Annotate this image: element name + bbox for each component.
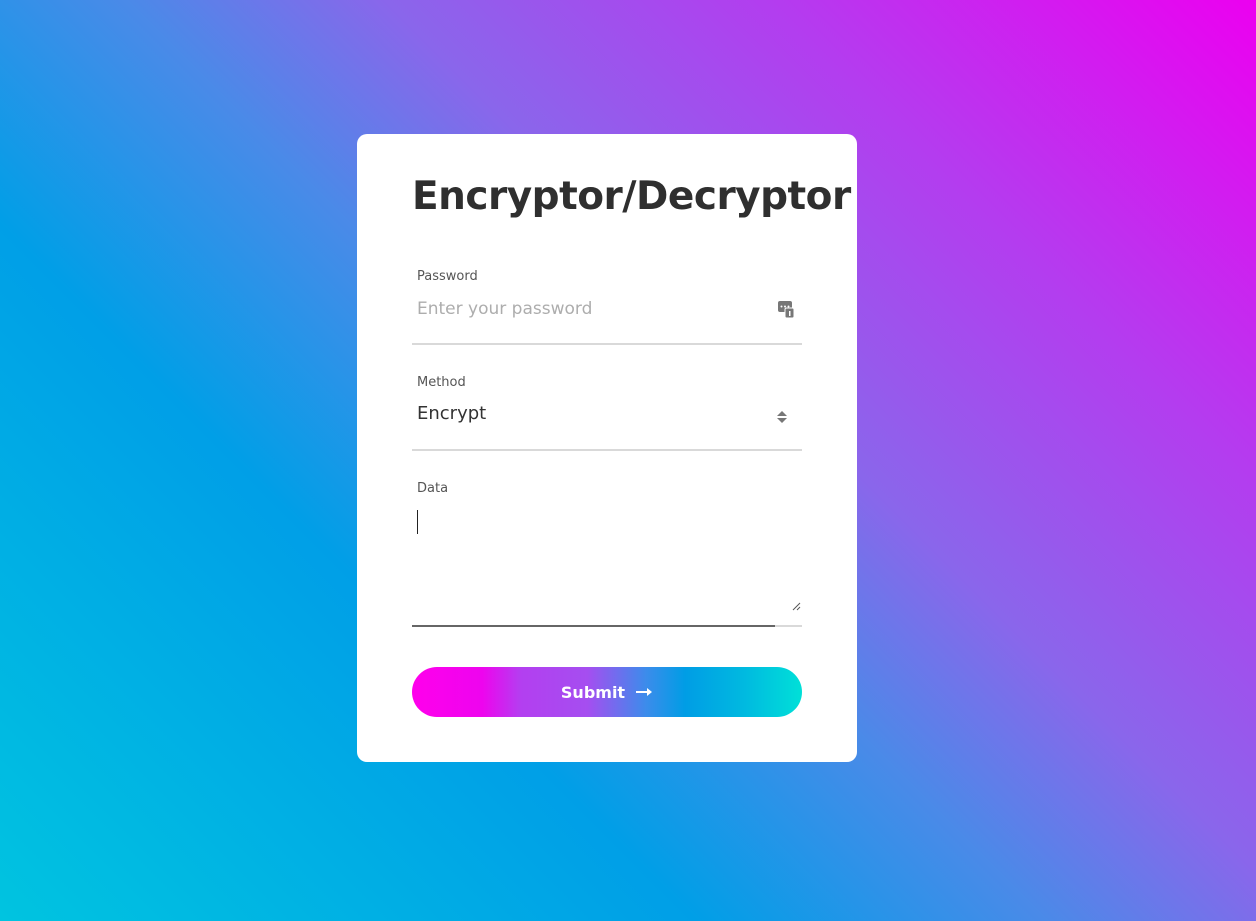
- method-field[interactable]: Method Encrypt: [412, 375, 802, 451]
- data-textarea[interactable]: [417, 509, 797, 609]
- method-select[interactable]: Encrypt: [417, 403, 486, 424]
- submit-button[interactable]: Submit: [412, 667, 802, 717]
- text-caret: [417, 510, 418, 534]
- page-title: Encryptor/Decryptor: [412, 174, 851, 219]
- password-manager-icon[interactable]: [778, 300, 794, 318]
- data-field: Data: [412, 481, 802, 627]
- resize-handle-icon[interactable]: [792, 602, 801, 611]
- password-input[interactable]: [417, 295, 757, 323]
- password-label: Password: [417, 269, 478, 284]
- form-card: Encryptor/Decryptor Password Method Encr…: [357, 134, 857, 762]
- data-label: Data: [417, 481, 449, 496]
- select-arrows-icon: [777, 411, 787, 423]
- arrow-right-icon: [636, 688, 653, 696]
- submit-label: Submit: [560, 682, 626, 702]
- data-focus-underline: [412, 625, 775, 627]
- method-label: Method: [417, 375, 466, 390]
- password-field: Password: [412, 269, 802, 345]
